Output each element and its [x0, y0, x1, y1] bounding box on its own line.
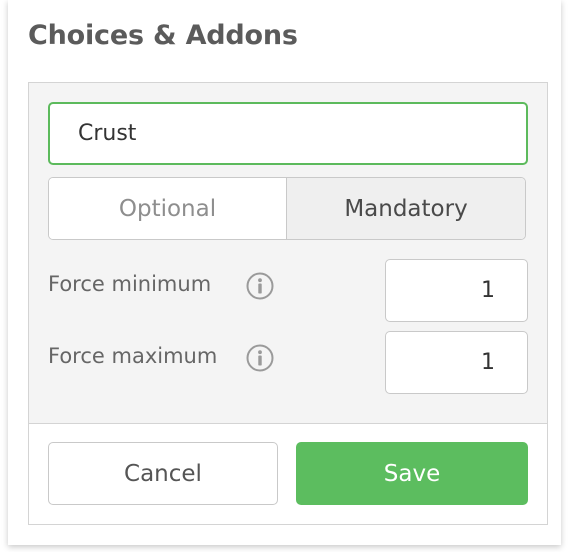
choices-addons-card: Choices & Addons Optional Mandatory Forc…: [8, 0, 561, 545]
group-name-input[interactable]: [48, 102, 528, 165]
force-minimum-label: Force minimum: [48, 272, 212, 296]
choice-group-body: Optional Mandatory Force minimum Force m…: [29, 83, 547, 424]
page-title: Choices & Addons: [28, 20, 298, 51]
mandatory-toggle-button[interactable]: Mandatory: [287, 178, 525, 239]
selection-toggle: Optional Mandatory: [48, 177, 526, 240]
save-button[interactable]: Save: [296, 442, 528, 505]
cancel-button[interactable]: Cancel: [48, 442, 278, 505]
choice-group-panel: Optional Mandatory Force minimum Force m…: [28, 82, 548, 525]
info-icon[interactable]: [246, 344, 274, 372]
info-icon[interactable]: [246, 272, 274, 300]
optional-toggle-button[interactable]: Optional: [49, 178, 287, 239]
force-minimum-input[interactable]: [385, 259, 528, 322]
force-maximum-input[interactable]: [385, 331, 528, 394]
force-maximum-label: Force maximum: [48, 344, 218, 368]
